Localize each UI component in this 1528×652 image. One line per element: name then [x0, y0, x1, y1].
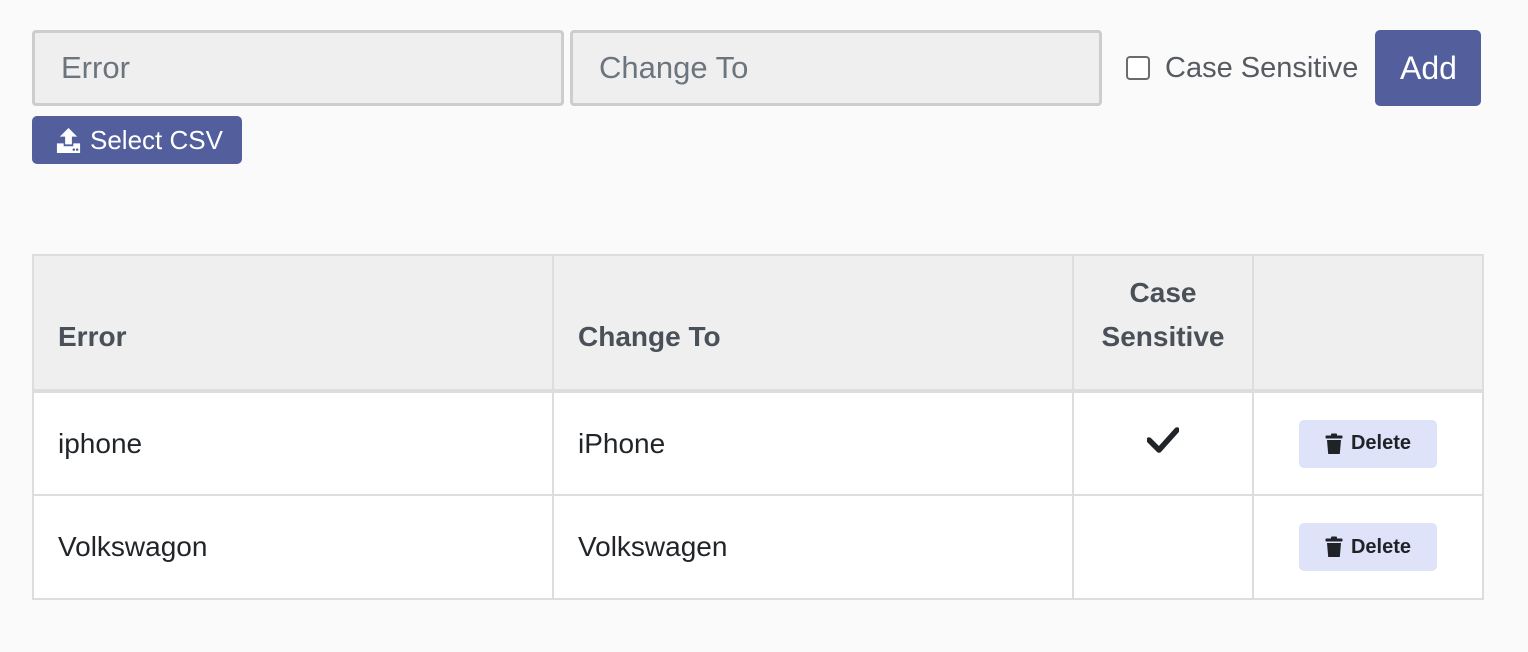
check-icon: [1147, 427, 1179, 453]
replacements-table: Error Change To Case Sensitive iphone iP…: [32, 254, 1484, 600]
header-error: Error: [32, 254, 554, 393]
cell-case-sensitive: [1072, 494, 1254, 600]
case-sensitive-label[interactable]: Case Sensitive: [1165, 52, 1358, 85]
cell-actions: Delete: [1252, 390, 1484, 496]
header-change-to: Change To: [552, 254, 1074, 393]
cell-actions: Delete: [1252, 494, 1484, 600]
case-sensitive-checkbox[interactable]: [1126, 56, 1150, 80]
case-sensitive-toggle[interactable]: Case Sensitive: [1126, 30, 1358, 106]
header-case-sensitive: Case Sensitive: [1072, 254, 1254, 393]
header-actions: [1252, 254, 1484, 393]
error-input[interactable]: [32, 30, 564, 106]
add-replacement-form: Case Sensitive Add: [32, 30, 1482, 106]
delete-button[interactable]: Delete: [1299, 419, 1437, 468]
table-header-row: Error Change To Case Sensitive: [32, 254, 1484, 393]
trash-icon: [1325, 536, 1343, 557]
cell-change-to: iPhone: [552, 390, 1074, 496]
delete-button[interactable]: Delete: [1299, 523, 1437, 571]
cell-change-to: Volkswagen: [552, 494, 1074, 600]
upload-icon: [56, 127, 81, 153]
select-csv-label: Select CSV: [90, 124, 223, 155]
cell-error: iphone: [32, 390, 554, 496]
table-row: iphone iPhone Delete: [32, 390, 1484, 496]
table-row: Volkswagon Volkswagen Delete: [32, 494, 1484, 600]
cell-case-sensitive: [1072, 390, 1254, 496]
select-csv-button[interactable]: Select CSV: [32, 116, 242, 164]
delete-label: Delete: [1350, 432, 1412, 454]
cell-error: Volkswagon: [32, 494, 554, 600]
add-button[interactable]: Add: [1375, 30, 1482, 106]
change-to-input[interactable]: [570, 30, 1102, 106]
trash-icon: [1325, 433, 1343, 454]
delete-label: Delete: [1350, 535, 1412, 558]
